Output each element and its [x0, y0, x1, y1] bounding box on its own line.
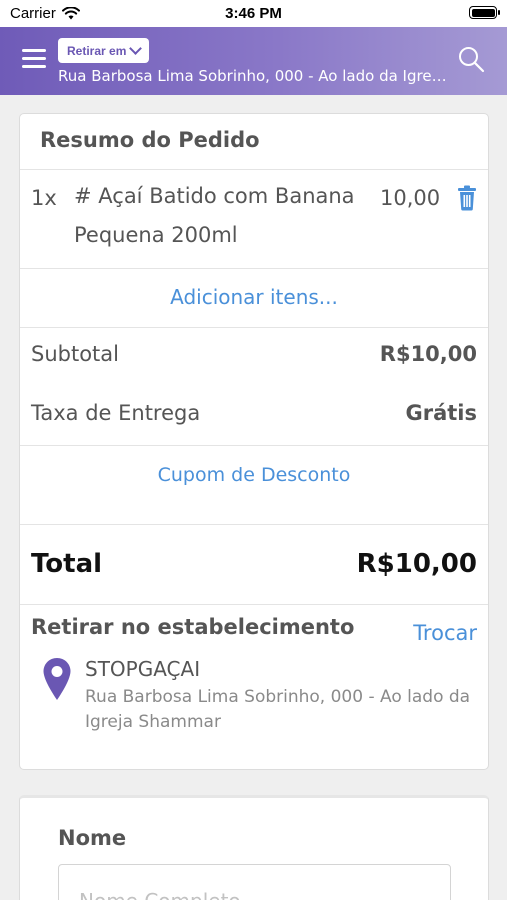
chevron-down-icon [129, 42, 143, 55]
order-summary-card: Resumo do Pedido 1x # Açaí Batido com Ba… [19, 113, 489, 770]
total-value: R$10,00 [356, 549, 477, 579]
battery-icon [469, 6, 500, 19]
status-time: 3:46 PM [225, 5, 282, 22]
app-header: Retirar em Rua Barbosa Lima Sobrinho, 00… [0, 27, 507, 95]
search-icon[interactable] [457, 45, 485, 73]
item-price: 10,00 [380, 186, 441, 210]
item-name: # Açaí Batido com Banana Pequena 200ml [74, 184, 355, 247]
name-label: Nome [58, 826, 127, 850]
pickup-title: Retirar no estabelecimento [31, 615, 355, 639]
add-items-link[interactable]: Adicionar itens... [20, 269, 488, 328]
full-name-input[interactable] [58, 864, 451, 900]
total-label: Total [31, 549, 103, 579]
trash-icon[interactable] [457, 185, 477, 211]
store-name: STOPGAÇAI [85, 657, 201, 681]
total-row: Total R$10,00 [20, 525, 488, 605]
pickup-section: Retirar no estabelecimento Trocar STOPGA… [20, 605, 488, 765]
hamburger-menu-icon[interactable] [22, 49, 46, 69]
store-address: Rua Barbosa Lima Sobrinho, 000 - Ao lado… [85, 687, 471, 732]
status-bar: Carrier 3:46 PM [0, 0, 507, 27]
delivery-fee-label: Taxa de Entrega [31, 401, 201, 425]
pickup-mode-dropdown[interactable]: Retirar em [58, 38, 150, 63]
pickup-mode-label: Retirar em [67, 43, 127, 58]
order-summary-title: Resumo do Pedido [20, 114, 488, 170]
item-quantity: 1x [31, 186, 57, 210]
order-item-row: 1x # Açaí Batido com Banana Pequena 200m… [20, 170, 488, 269]
swap-store-link[interactable]: Trocar [413, 621, 477, 645]
delivery-fee-value: Grátis [405, 401, 477, 425]
delivery-fee-row: Taxa de Entrega Grátis [20, 387, 488, 446]
customer-form-card: Nome [19, 795, 489, 900]
discount-coupon-link[interactable]: Cupom de Desconto [20, 446, 488, 525]
subtotal-value: R$10,00 [379, 342, 477, 366]
location-pin-icon [43, 658, 71, 700]
subtotal-row: Subtotal R$10,00 [20, 328, 488, 387]
header-address[interactable]: Rua Barbosa Lima Sobrinho, 000 - Ao lado… [58, 67, 450, 85]
subtotal-label: Subtotal [31, 342, 119, 366]
